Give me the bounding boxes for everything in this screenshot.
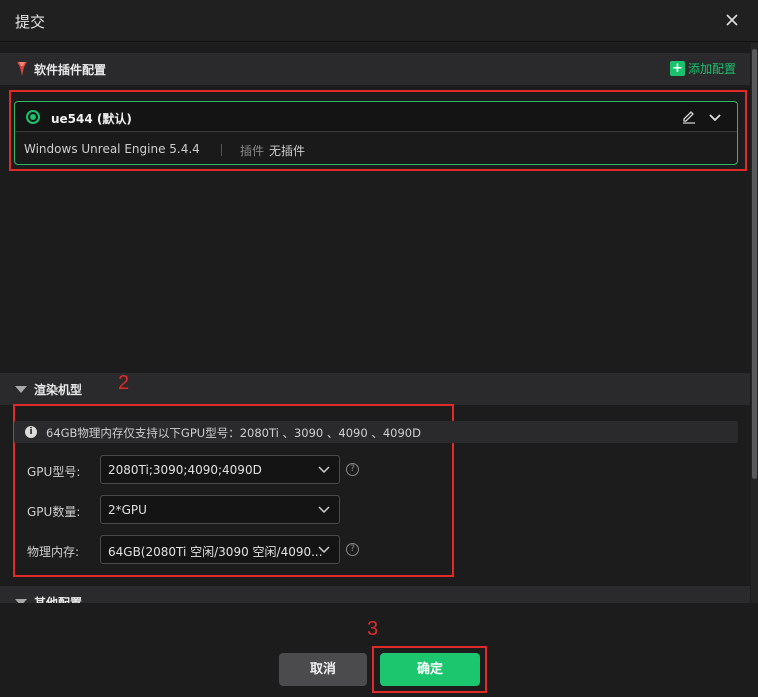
plugin-label: 插件 xyxy=(240,144,265,158)
add-config-button[interactable]: + 添加配置 xyxy=(669,60,736,77)
software-section-header: 软件插件配置 + 添加配置 xyxy=(0,53,750,85)
add-config-label: 添加配置 xyxy=(687,62,736,76)
gpu-model-select[interactable]: 2080Ti;3090;4090;4090D xyxy=(100,455,340,484)
annotation-3: 3 xyxy=(367,618,379,640)
plugin-value: 无插件 xyxy=(269,144,306,158)
edit-icon[interactable] xyxy=(681,109,697,125)
dialog-footer: 3 取消 确定 xyxy=(0,603,758,697)
gpu-count-value: 2*GPU xyxy=(108,503,147,517)
other-section-title: 其他配置 xyxy=(34,596,83,603)
memory-select[interactable]: 64GB(2080Ti 空闲/3090 空闲/4090... xyxy=(100,535,340,564)
gpu-count-select[interactable]: 2*GPU xyxy=(100,495,340,524)
chevron-down-icon[interactable] xyxy=(707,109,723,125)
help-icon[interactable]: ? xyxy=(346,543,359,556)
dialog-title: 提交 xyxy=(15,13,46,31)
memory-value: 64GB(2080Ti 空闲/3090 空闲/4090... xyxy=(108,545,323,559)
other-section-header[interactable]: 其他配置 xyxy=(0,586,750,603)
gpu-count-label: GPU数量: xyxy=(27,505,81,519)
info-icon: i xyxy=(25,426,37,438)
chevron-down-icon xyxy=(318,466,330,474)
info-banner: i 64GB物理内存仅支持以下GPU型号：2080Ti 、3090 、4090 … xyxy=(14,421,738,443)
scrollbar[interactable] xyxy=(751,43,758,603)
pin-icon xyxy=(17,62,27,76)
dialog-titlebar: 提交 xyxy=(0,0,758,42)
info-text: 64GB物理内存仅支持以下GPU型号：2080Ti 、3090 、4090 、4… xyxy=(46,426,421,440)
memory-label: 物理内存: xyxy=(27,545,80,559)
close-button[interactable] xyxy=(720,8,744,32)
close-icon xyxy=(726,14,738,26)
chevron-down-icon xyxy=(318,546,330,554)
render-section-title: 渲染机型 xyxy=(34,383,83,397)
cancel-button[interactable]: 取消 xyxy=(279,653,367,686)
annotation-2: 2 xyxy=(118,372,130,394)
gpu-model-label: GPU型号: xyxy=(27,465,81,479)
render-section-header[interactable]: 渲染机型 xyxy=(0,373,750,405)
dialog-content: 软件插件配置 + 添加配置 ue544 (默认) Windows Unreal … xyxy=(0,43,750,603)
plus-icon: + xyxy=(669,61,685,76)
help-icon[interactable]: ? xyxy=(346,463,359,476)
config-name: ue544 (默认) xyxy=(51,112,132,126)
scrollbar-thumb[interactable] xyxy=(752,49,757,479)
divider xyxy=(221,144,222,156)
software-section-title: 软件插件配置 xyxy=(34,63,107,77)
card-header: ue544 (默认) xyxy=(15,102,737,132)
gpu-model-value: 2080Ti;3090;4090;4090D xyxy=(108,463,262,477)
collapse-triangle-icon[interactable] xyxy=(15,386,27,393)
confirm-button[interactable]: 确定 xyxy=(380,653,480,686)
radio-selected-icon[interactable] xyxy=(26,110,40,124)
software-config-card[interactable]: ue544 (默认) Windows Unreal Engine 5.4.4 插… xyxy=(14,101,738,165)
software-name: Windows Unreal Engine 5.4.4 xyxy=(24,142,200,156)
chevron-down-icon xyxy=(318,506,330,514)
